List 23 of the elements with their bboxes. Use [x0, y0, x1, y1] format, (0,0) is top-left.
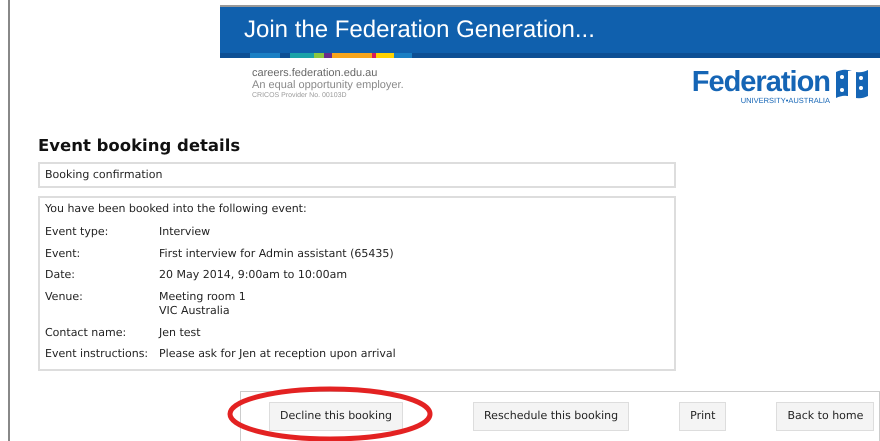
- field-value: Interview: [159, 224, 212, 239]
- banner-title: Join the Federation Generation...: [243, 15, 595, 44]
- field-label: Event:: [45, 246, 80, 260]
- field-label: Event instructions:: [45, 347, 148, 360]
- field-label: Venue:: [45, 290, 83, 304]
- action-button[interactable]: Decline this booking: [269, 402, 404, 431]
- website-text: careers.federation.edu.au: [252, 68, 378, 80]
- field-value: Meeting room 1 VIC Australia: [159, 290, 247, 318]
- action-button[interactable]: Print: [679, 402, 726, 431]
- action-button[interactable]: Back to home: [776, 402, 874, 431]
- confirmation-title: Booking confirmation: [45, 168, 162, 181]
- field-label: Date:: [45, 268, 75, 282]
- field-value: 20 May 2014, 9:00am to 10:00am: [159, 268, 348, 282]
- action-button[interactable]: Reschedule this booking: [473, 402, 630, 431]
- tagline-text: An equal opportunity employer.: [252, 80, 404, 92]
- field-label: Event type:: [45, 224, 108, 238]
- field-label: Contact name:: [45, 326, 126, 339]
- field-value: Please ask for Jen at reception upon arrival: [159, 347, 396, 362]
- field-value: Jen test: [159, 326, 202, 340]
- logo-name: Federation: [692, 68, 830, 97]
- page-heading: Event booking details: [38, 136, 242, 156]
- field-value: First interview for Admin assistant (65435): [159, 246, 395, 260]
- intro-text: You have been booked into the following event:: [45, 201, 308, 218]
